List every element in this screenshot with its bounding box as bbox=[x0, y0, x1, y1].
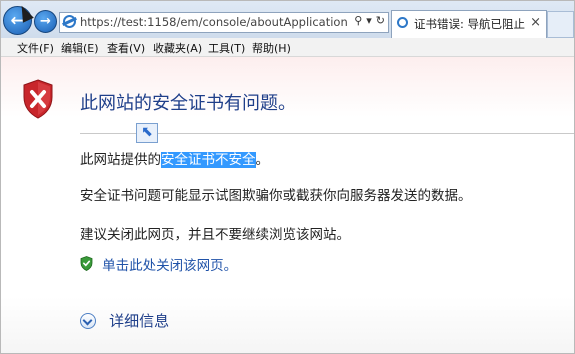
recommendation-text: 建议关闭此网页，并且不要继续浏览该网站。 bbox=[80, 227, 350, 243]
tab-title: 证书错误: 导航已阻止 bbox=[414, 17, 526, 31]
menu-bar: 文件(F) 编辑(E) 查看(V) 收藏夹(A) 工具(T) 帮助(H) bbox=[1, 38, 574, 57]
tab-close-icon[interactable]: × bbox=[530, 15, 541, 30]
menu-help[interactable]: 帮助(H) bbox=[252, 40, 291, 56]
tab-active[interactable]: 证书错误: 导航已阻止 × bbox=[391, 10, 547, 38]
menu-view[interactable]: 查看(V) bbox=[107, 40, 145, 56]
page-content: 此网站的安全证书有问题。 ⬉ 此网站提供的安全证书不安全。 安全证书问题可能显示… bbox=[1, 57, 574, 353]
more-information-row[interactable]: 详细信息 bbox=[80, 310, 169, 331]
close-page-link[interactable]: 单击此处关闭该网页。 bbox=[102, 258, 237, 274]
shield-error-icon bbox=[23, 79, 53, 119]
more-information-link[interactable]: 详细信息 bbox=[109, 312, 169, 330]
forward-button[interactable]: → bbox=[34, 10, 57, 33]
address-bar[interactable]: https://test:1158/em/console/aboutApplic… bbox=[59, 12, 389, 33]
ie-page-icon bbox=[63, 15, 76, 28]
page-title: 此网站的安全证书有问题。 bbox=[80, 93, 296, 114]
chevron-down-icon[interactable] bbox=[80, 312, 96, 329]
title-bar: ← → https://test:1158/em/console/aboutAp… bbox=[1, 1, 574, 38]
certificate-message-prefix: 此网站提供的 bbox=[80, 152, 161, 168]
refresh-icon[interactable]: ↻ bbox=[376, 14, 385, 27]
ie-tab-icon bbox=[397, 17, 408, 28]
menu-favorites[interactable]: 收藏夹(A) bbox=[153, 40, 202, 56]
address-bar-icons: ⚲ ▾ ↻ bbox=[350, 14, 385, 27]
search-icon[interactable]: ⚲ bbox=[354, 14, 362, 27]
menu-file[interactable]: 文件(F) bbox=[17, 40, 54, 56]
menu-tools[interactable]: 工具(T) bbox=[208, 40, 245, 56]
arrow-right-icon: → bbox=[40, 14, 51, 29]
certificate-message-suffix: 。 bbox=[255, 152, 270, 168]
certificate-message: 此网站提供的安全证书不安全。 bbox=[80, 148, 269, 168]
shield-check-icon bbox=[80, 256, 93, 271]
expand-icon[interactable]: ⬉ bbox=[136, 123, 158, 143]
new-tab-button[interactable] bbox=[547, 11, 574, 38]
warning-explanation: 安全证书问题可能显示试图欺骗你或截获你向服务器发送的数据。 bbox=[80, 188, 472, 204]
dropdown-icon[interactable]: ▾ bbox=[366, 14, 372, 27]
selected-text: 安全证书不安全 bbox=[161, 152, 256, 168]
close-page-row[interactable]: 单击此处关闭该网页。 bbox=[80, 253, 237, 274]
address-url[interactable]: https://test:1158/em/console/aboutApplic… bbox=[80, 15, 348, 29]
browser-window: ← → https://test:1158/em/console/aboutAp… bbox=[0, 0, 575, 354]
menu-edit[interactable]: 编辑(E) bbox=[61, 40, 99, 56]
